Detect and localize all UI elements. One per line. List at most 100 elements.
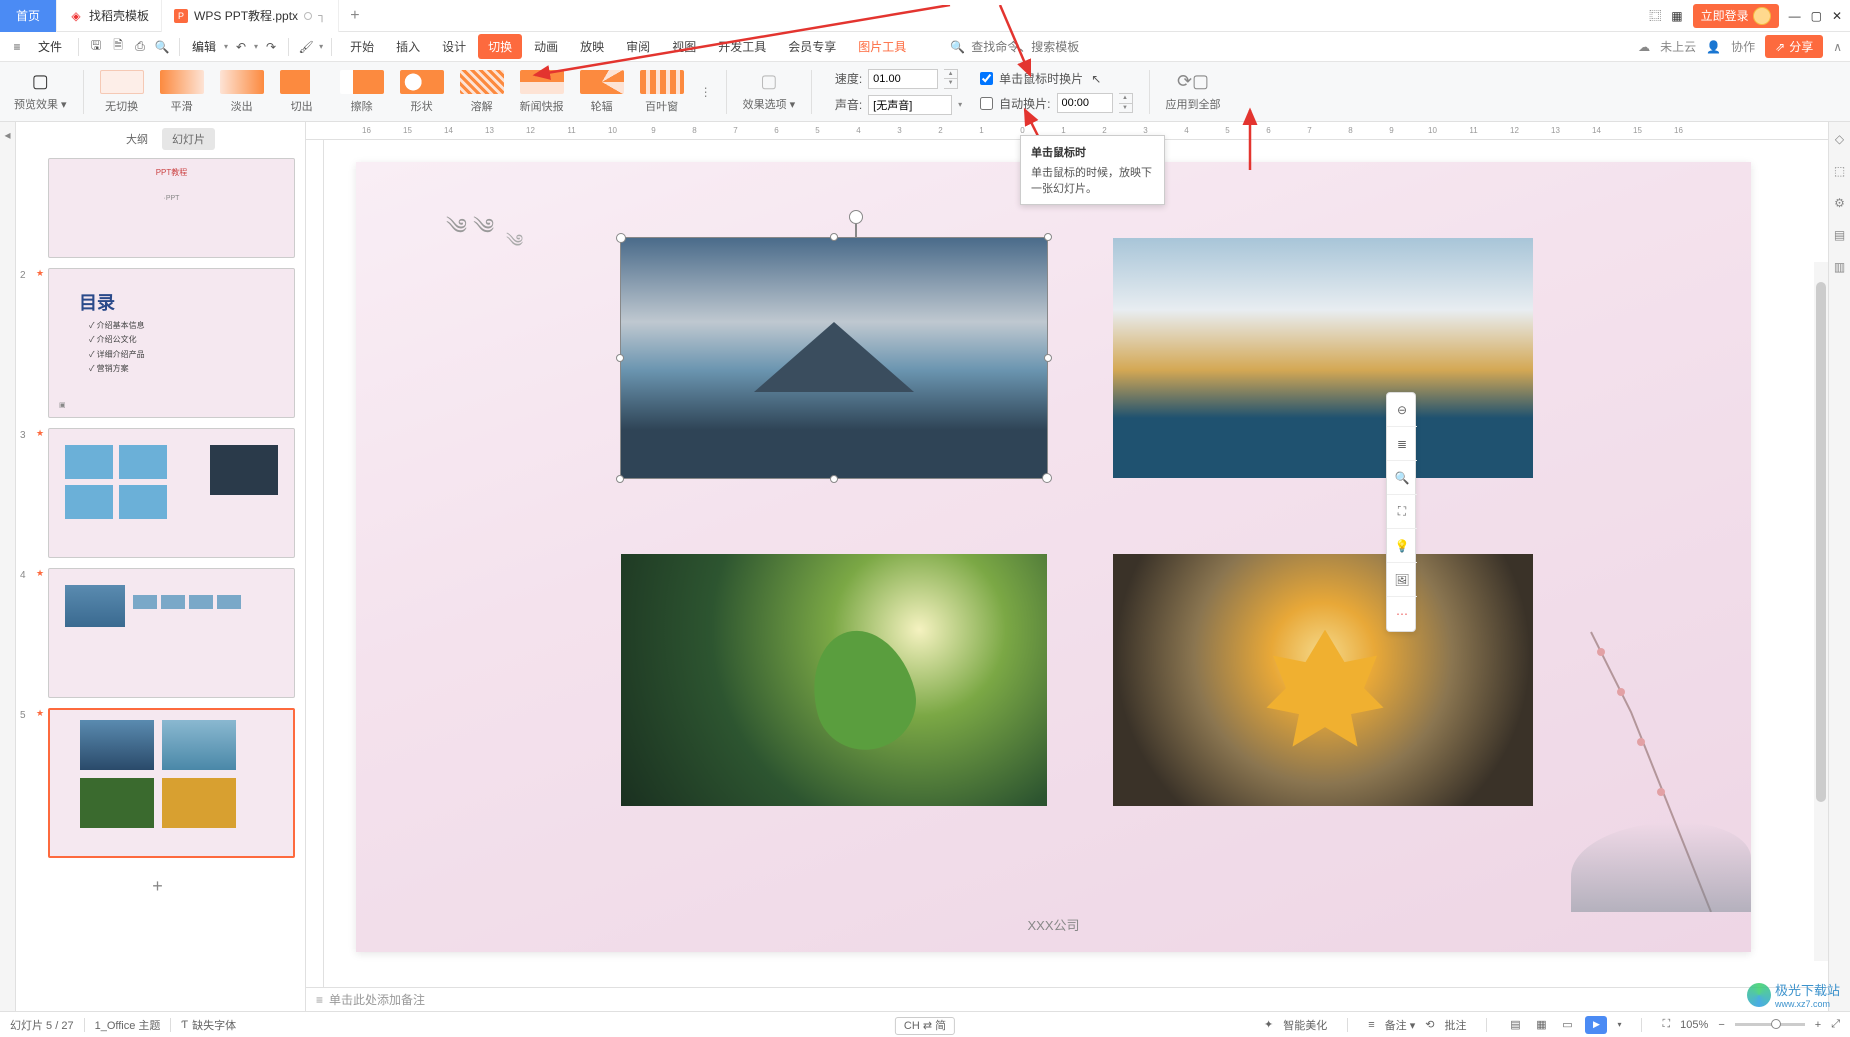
slide-image-4[interactable]: [1113, 554, 1533, 806]
hamburger-icon[interactable]: ≡: [8, 38, 26, 56]
slide-image-3[interactable]: [621, 554, 1047, 806]
format-painter-icon[interactable]: 🖌: [297, 38, 315, 56]
app-grid-icon[interactable]: ▦: [1671, 9, 1682, 23]
edit-menu[interactable]: 编辑: [188, 38, 220, 55]
apply-to-all-button[interactable]: ⟳▢ 应用到全部: [1158, 64, 1229, 120]
zoom-slider[interactable]: [1735, 1023, 1805, 1026]
right-toolbar: ◇ ⬚ ⚙ ▤ ▥: [1828, 122, 1850, 1011]
minimize-button[interactable]: —: [1789, 9, 1801, 23]
company-text[interactable]: XXX公司: [1027, 915, 1079, 934]
transition-切出[interactable]: 切出: [272, 64, 332, 120]
auto-advance-input[interactable]: [1057, 93, 1113, 113]
tooltip: 单击鼠标时 单击鼠标的时候，放映下一张幻灯片。: [1020, 135, 1165, 205]
layers-icon[interactable]: ≣: [1387, 427, 1417, 461]
notes-toggle[interactable]: 备注 ▾: [1385, 1017, 1416, 1033]
idea-icon[interactable]: 💡: [1387, 529, 1417, 563]
tab-close-icon[interactable]: ┐: [318, 10, 326, 22]
cursor-icon: ↖: [1091, 72, 1101, 86]
reading-mode-icon[interactable]: ⿴: [1649, 7, 1661, 24]
add-slide-button[interactable]: +: [20, 868, 295, 905]
more-icon[interactable]: ⋯: [1387, 597, 1417, 631]
tab-template[interactable]: ◈ 找稻壳模板: [57, 0, 162, 32]
notes-toggle-icon[interactable]: ≡: [1368, 1019, 1374, 1031]
picture-icon[interactable]: 🖼: [1387, 563, 1417, 597]
tab-template-label: 找稻壳模板: [89, 7, 149, 24]
sorter-view-icon[interactable]: ▦: [1533, 1017, 1549, 1033]
transition-溶解[interactable]: 溶解: [452, 64, 512, 120]
comment-button[interactable]: 批注: [1444, 1017, 1466, 1033]
coop-label[interactable]: 协作: [1731, 38, 1755, 55]
undo-icon[interactable]: ↶: [232, 38, 250, 56]
transition-擦除[interactable]: 擦除: [332, 64, 392, 120]
beautify-icon[interactable]: ✦: [1264, 1018, 1273, 1031]
page-indicator[interactable]: 幻灯片 5 / 27: [10, 1017, 74, 1033]
chevron-up-icon[interactable]: ∧: [1833, 40, 1842, 54]
print-preview-icon[interactable]: 🔍: [153, 38, 171, 56]
font-missing-label[interactable]: 缺失字体: [192, 1017, 236, 1033]
zoom-value[interactable]: 105%: [1680, 1019, 1708, 1031]
share-button[interactable]: ⇗ 分享: [1765, 35, 1823, 58]
zoom-icon[interactable]: 🔍: [1387, 461, 1417, 495]
comment-icon[interactable]: ⟲: [1425, 1018, 1434, 1031]
notes-placeholder: 单击此处添加备注: [329, 991, 425, 1008]
slides-tab[interactable]: 幻灯片: [162, 128, 215, 150]
ime-indicator[interactable]: CH ⇄ 简: [895, 1017, 955, 1035]
login-button[interactable]: 立即登录: [1693, 4, 1779, 28]
transition-无切换[interactable]: 无切换: [92, 64, 152, 120]
property-panel-icon[interactable]: ▤: [1834, 228, 1845, 242]
slide-thumbnail-3[interactable]: [48, 428, 295, 558]
menu-开始[interactable]: 开始: [340, 34, 384, 59]
slide-thumbnail-1[interactable]: PPT教程·PPT: [48, 158, 295, 258]
zoom-out-button[interactable]: −: [1718, 1019, 1724, 1031]
slide-thumbnail-4[interactable]: [48, 568, 295, 698]
vertical-scrollbar[interactable]: [1814, 262, 1828, 961]
notes-bar[interactable]: ≡ 单击此处添加备注: [306, 987, 1828, 1011]
fit-icon[interactable]: ⛶: [1662, 1018, 1670, 1031]
tab-file[interactable]: P WPS PPT教程.pptx ┐: [162, 0, 339, 32]
print-icon[interactable]: ⎙: [131, 38, 149, 56]
menu-设计[interactable]: 设计: [432, 34, 476, 59]
crop-icon[interactable]: ⛶: [1387, 495, 1417, 529]
style-panel-icon[interactable]: ◇: [1835, 132, 1844, 146]
cloud-icon[interactable]: ☁: [1638, 40, 1650, 54]
reading-view-icon[interactable]: ▭: [1559, 1017, 1575, 1033]
slide-image-1[interactable]: [621, 238, 1047, 478]
maximize-button[interactable]: ▢: [1811, 9, 1822, 23]
fullscreen-icon[interactable]: ⤢: [1831, 1018, 1840, 1031]
save-as-icon[interactable]: 🗎: [109, 38, 127, 56]
normal-view-icon[interactable]: ▤: [1507, 1017, 1523, 1033]
collapse-bar[interactable]: ◂: [0, 122, 16, 1011]
beautify-label[interactable]: 智能美化: [1283, 1017, 1327, 1033]
file-menu[interactable]: 文件: [30, 38, 70, 55]
menu-插入[interactable]: 插入: [386, 34, 430, 59]
notes-icon: ≡: [316, 993, 323, 1007]
slideshow-button[interactable]: ▶: [1585, 1016, 1607, 1034]
auto-spinner[interactable]: ▲▼: [1119, 93, 1133, 113]
transition-形状[interactable]: 形状: [392, 64, 452, 120]
transition-淡出[interactable]: 淡出: [212, 64, 272, 120]
slide-image-2[interactable]: [1113, 238, 1533, 478]
redo-icon[interactable]: ↷: [262, 38, 280, 56]
preview-icon: ▢: [32, 71, 49, 92]
close-button[interactable]: ✕: [1832, 9, 1842, 23]
ppt-file-icon: P: [174, 9, 188, 23]
outline-tab[interactable]: 大纲: [116, 128, 158, 150]
coop-icon[interactable]: 👤: [1706, 40, 1721, 54]
collapse-icon[interactable]: ⊖: [1387, 393, 1417, 427]
tab-home[interactable]: 首页: [0, 0, 57, 32]
transition-平滑[interactable]: 平滑: [152, 64, 212, 120]
slide-canvas[interactable]: ༄ ༄ ༄ XXX公司: [356, 162, 1751, 952]
preview-effect-button[interactable]: ▢ 预览效果 ▾: [6, 64, 75, 120]
slide-thumbnail-5[interactable]: [48, 708, 295, 858]
tab-add-button[interactable]: +: [339, 7, 371, 25]
watermark-icon: [1747, 983, 1771, 1007]
slide-thumbnail-2[interactable]: 目录 ✓ 介绍基本信息✓ 介绍公文化✓ 详细介绍产品✓ 营销方案 ▣: [48, 268, 295, 418]
animation-panel-icon[interactable]: ⚙: [1834, 196, 1845, 210]
select-panel-icon[interactable]: ⬚: [1834, 164, 1845, 178]
library-panel-icon[interactable]: ▥: [1834, 260, 1845, 274]
watermark: 极光下载站www.xz7.com: [1747, 980, 1840, 1009]
zoom-in-button[interactable]: +: [1815, 1019, 1821, 1031]
thumbnail-list[interactable]: PPT教程·PPT 2★ 目录 ✓ 介绍基本信息✓ 介绍公文化✓ 详细介绍产品✓…: [16, 154, 305, 1011]
rotation-handle[interactable]: [849, 210, 863, 224]
save-icon[interactable]: 🖫: [87, 38, 105, 56]
